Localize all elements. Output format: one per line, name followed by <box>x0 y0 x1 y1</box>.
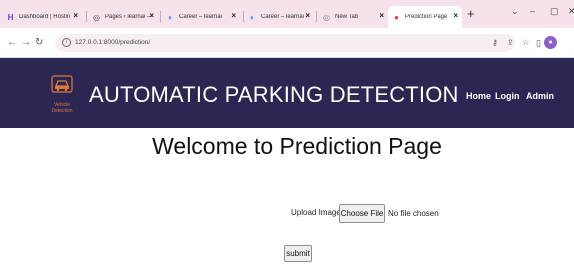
tab-title: Dashboard | Hostin <box>19 14 71 20</box>
site-icon: ◐ <box>250 12 255 22</box>
tab-dashboard[interactable]: H Dashboard | Hostin × <box>2 6 82 28</box>
hostinger-icon: H <box>7 12 14 22</box>
close-tab-icon[interactable]: × <box>149 11 154 20</box>
close-tab-icon[interactable]: × <box>231 11 236 20</box>
upload-image-label: Upload Image <box>291 208 341 217</box>
site-info-icon[interactable]: i <box>62 38 71 47</box>
profile-avatar[interactable]: ● <box>544 36 557 49</box>
back-arrow-icon[interactable]: ← <box>7 37 17 48</box>
tab-separator <box>160 11 161 22</box>
file-status-text: No file chosen <box>388 209 439 218</box>
url-text[interactable]: 127.0.0.1:8000/prediction/ <box>75 39 150 46</box>
submit-button[interactable]: submit <box>284 245 312 262</box>
site-title: AUTOMATIC PARKING DETECTION <box>89 82 459 107</box>
tab-title: Career – learnai <box>179 14 223 20</box>
new-tab-icon: ◎ <box>323 12 330 22</box>
choose-file-button[interactable]: Choose File <box>339 204 385 223</box>
tab-career-1[interactable]: ◐ Career – learnai × <box>162 6 240 28</box>
share-icon[interactable]: ⇪ <box>507 38 514 47</box>
wordpress-icon: ◎ <box>93 12 100 22</box>
reload-icon[interactable]: ↻ <box>35 37 43 48</box>
forward-arrow-icon[interactable]: → <box>21 37 31 48</box>
logo-caption: Vehicle Detection <box>51 102 73 114</box>
car-logo-icon <box>51 75 73 93</box>
close-tab-icon[interactable]: × <box>305 11 310 20</box>
key-icon[interactable]: ⚷ <box>492 38 498 47</box>
site-icon: ◐ <box>168 12 173 22</box>
new-tab-plus-icon[interactable]: + <box>467 6 475 21</box>
tab-pages[interactable]: ◎ Pages ‹ learnai — V × <box>88 6 158 28</box>
page-title: Welcome to Prediction Page <box>152 133 442 159</box>
tab-separator <box>86 11 87 22</box>
nav-link-home[interactable]: Home <box>466 91 491 101</box>
tab-separator <box>316 11 317 22</box>
close-window-icon[interactable]: ✕ <box>568 6 574 17</box>
sidebar-icon[interactable]: ▯ <box>536 38 541 49</box>
tab-new-tab[interactable]: ◎ New Tab × <box>318 6 388 28</box>
tab-search-chevron-icon[interactable]: ⌄ <box>511 6 519 17</box>
nav-link-admin[interactable]: Admin <box>526 91 554 101</box>
close-tab-icon[interactable]: × <box>73 11 78 20</box>
tab-career-2[interactable]: ◐ Career – learnai × <box>244 6 314 28</box>
browser-tab-strip: H Dashboard | Hostin × ◎ Pages ‹ learnai… <box>0 0 574 28</box>
close-tab-icon[interactable]: × <box>379 11 384 20</box>
tab-title: Pages ‹ learnai — V <box>105 14 154 20</box>
tab-title: Career – learnai <box>261 14 305 20</box>
minimize-icon[interactable]: – <box>530 6 535 16</box>
site-navbar: Vehicle Detection AUTOMATIC PARKING DETE… <box>0 58 574 128</box>
tab-title: New Tab <box>335 14 359 20</box>
bookmark-star-icon[interactable]: ☆ <box>522 38 529 47</box>
browser-toolbar: ← → ↻ i 127.0.0.1:8000/prediction/ ⚷ ⇪ ☆… <box>0 28 574 58</box>
restore-icon[interactable]: ▢ <box>550 6 559 17</box>
tab-title: Prediction Page <box>405 14 448 20</box>
nav-link-login[interactable]: Login <box>495 91 520 101</box>
location-pin-icon: ● <box>394 12 399 22</box>
close-tab-icon[interactable]: × <box>453 11 458 20</box>
tab-prediction-page[interactable]: ● Prediction Page × <box>388 6 462 28</box>
